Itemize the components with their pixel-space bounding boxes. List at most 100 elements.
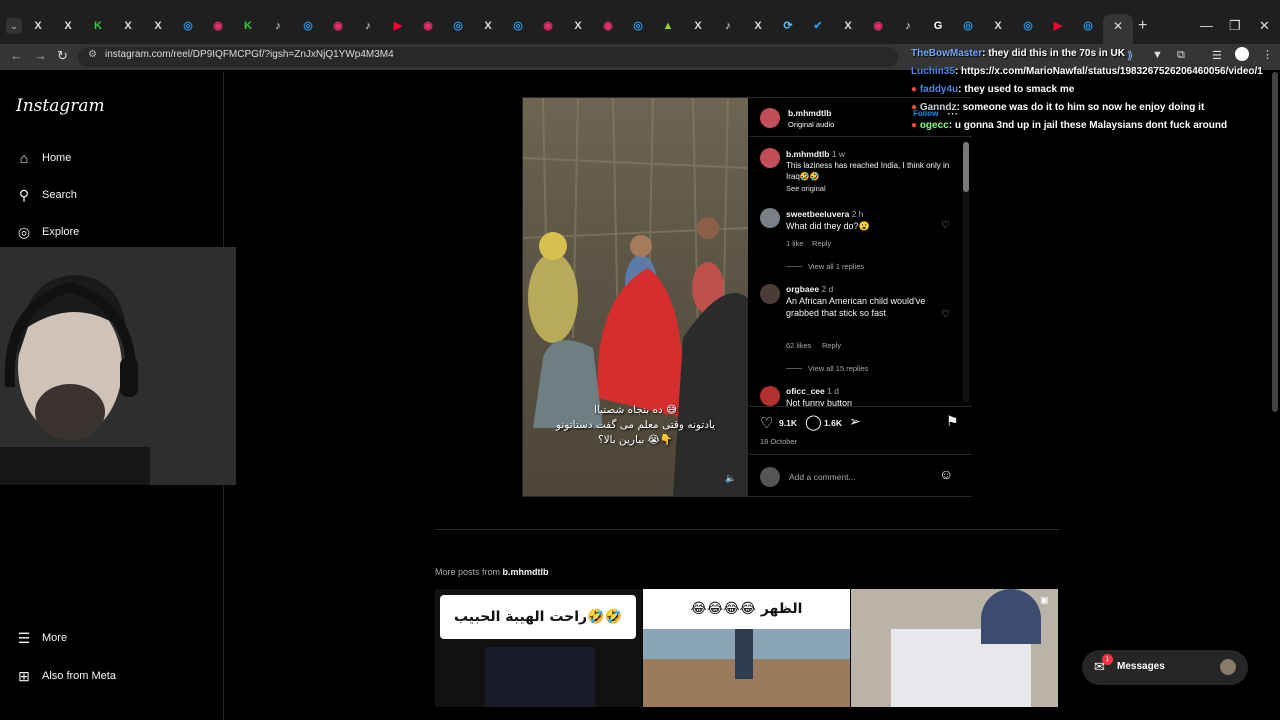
comment-icon[interactable]: ◯	[805, 413, 822, 431]
browser-tab[interactable]: K	[240, 18, 256, 34]
media-icon[interactable]: ☰	[1212, 49, 1222, 62]
browser-tab[interactable]: ◉	[600, 18, 616, 34]
kebab-menu-icon[interactable]: ⋮	[1262, 48, 1273, 61]
reply-button[interactable]: Reply	[822, 341, 841, 350]
instagram-logo[interactable]: Instagram	[16, 96, 105, 116]
comment-username[interactable]: sweetbeeluvera 2 h	[786, 209, 864, 219]
audio-label[interactable]: Original audio	[788, 120, 834, 129]
sidebar-item-home[interactable]: ⌂ Home	[16, 150, 72, 166]
url-text[interactable]: instagram.com/reel/DP9IQFMCPGf/?igsh=ZnJ…	[105, 49, 394, 60]
add-comment-input[interactable]: Add a comment...	[789, 472, 856, 482]
browser-tab[interactable]: ⟳	[780, 18, 796, 34]
comment-likes[interactable]: 62 likes	[786, 341, 811, 350]
browser-tab[interactable]: X	[30, 18, 46, 34]
browser-tab[interactable]: ◎	[180, 18, 196, 34]
caption-username[interactable]: b.mhmdtlb 1 w	[786, 149, 845, 159]
browser-tab[interactable]: ◉	[540, 18, 556, 34]
comment-user[interactable]: orgbaee	[786, 284, 819, 294]
author-avatar[interactable]	[760, 108, 780, 128]
browser-tab[interactable]: X	[990, 18, 1006, 34]
browser-tab[interactable]: X	[480, 18, 496, 34]
reply-button[interactable]: Reply	[812, 239, 831, 248]
author-username[interactable]: b.mhmdtlb	[788, 108, 831, 118]
back-icon[interactable]: ←	[10, 48, 23, 63]
browser-tab[interactable]: ◉	[420, 18, 436, 34]
save-icon[interactable]: ⚑	[946, 413, 959, 430]
sidebar-item-more[interactable]: ☰ More	[16, 630, 67, 646]
comment-count[interactable]: 1.6K	[824, 418, 842, 428]
tab-search-icon[interactable]: ⌄	[6, 18, 22, 34]
like-count[interactable]: 9.1K	[779, 418, 797, 428]
browser-tab[interactable]: ◉	[870, 18, 886, 34]
reel-video[interactable]: ده بنجاه شصتیاا 😅 یادتونه وقتی معلم می گ…	[523, 98, 748, 496]
post-thumbnail[interactable]: 😂😂😂😂 الظهر ▣	[643, 589, 850, 707]
profile-avatar[interactable]	[1235, 47, 1249, 61]
more-posts-user[interactable]: b.mhmdtlb	[503, 567, 549, 577]
window-close-icon[interactable]: ✕	[1259, 18, 1270, 34]
comment-like-icon[interactable]: ♡	[941, 309, 950, 320]
new-tab-icon[interactable]: +	[1138, 17, 1147, 35]
comments-list[interactable]: b.mhmdtlb 1 w This laziness has reached …	[749, 138, 972, 406]
comment-user[interactable]: sweetbeeluvera	[786, 209, 849, 219]
avatar[interactable]	[760, 386, 780, 406]
view-replies-link[interactable]: View all 1 replies	[808, 262, 864, 271]
restore-icon[interactable]: ❐	[1229, 18, 1241, 34]
browser-tab[interactable]: K	[90, 18, 106, 34]
see-original-link[interactable]: See original	[786, 184, 826, 193]
browser-tab[interactable]: ♪	[270, 18, 286, 34]
comment-likes[interactable]: 1 like	[786, 239, 804, 248]
browser-tab[interactable]: ♪	[360, 18, 376, 34]
browser-tab[interactable]: ▲	[660, 18, 676, 34]
browser-tab[interactable]: ▶	[390, 18, 406, 34]
sidebar-item-meta[interactable]: ⊞ Also from Meta	[16, 668, 116, 684]
comment-user[interactable]: oficc_cee	[786, 386, 825, 396]
site-info-icon[interactable]: ⚙	[88, 49, 97, 60]
comment-username[interactable]: orgbaee 2 d	[786, 284, 833, 294]
browser-tab[interactable]: ◎	[1020, 18, 1036, 34]
comment-username[interactable]: oficc_cee 1 d	[786, 386, 839, 396]
browser-tab[interactable]: ◎	[300, 18, 316, 34]
view-replies-link[interactable]: View all 15 replies	[808, 364, 868, 373]
browser-tab[interactable]: ◎	[510, 18, 526, 34]
extension-icon[interactable]: ▼	[1152, 49, 1163, 61]
comments-scrollbar[interactable]	[963, 142, 969, 402]
browser-tab[interactable]: G	[930, 18, 946, 34]
sidebar-item-search[interactable]: ⚲ Search	[16, 187, 77, 203]
browser-tab[interactable]: ◎	[1080, 18, 1096, 34]
browser-tab[interactable]: X	[150, 18, 166, 34]
emoji-icon[interactable]: ☺	[939, 466, 953, 482]
browser-tab[interactable]: ◉	[330, 18, 346, 34]
share-icon[interactable]: ➢	[849, 413, 861, 430]
browser-tab[interactable]: X	[750, 18, 766, 34]
minimize-icon[interactable]: —	[1200, 18, 1213, 33]
sidebar-item-explore[interactable]: ◎ Explore	[16, 224, 79, 240]
scrollbar-thumb[interactable]	[963, 142, 969, 192]
page-scrollbar[interactable]	[1272, 72, 1278, 412]
post-thumbnail[interactable]: راحت الهیبة الحبیب🤣🤣 ▣	[435, 589, 642, 707]
browser-tab[interactable]: X	[840, 18, 856, 34]
browser-tab[interactable]: X	[690, 18, 706, 34]
forward-icon[interactable]: →	[34, 48, 47, 63]
active-tab[interactable]: ✕	[1103, 14, 1133, 44]
browser-tab[interactable]: ♪	[900, 18, 916, 34]
like-icon[interactable]: ♡	[760, 414, 773, 432]
avatar[interactable]	[760, 208, 780, 228]
browser-tab[interactable]: ◎	[450, 18, 466, 34]
caption-user[interactable]: b.mhmdtlb	[786, 149, 829, 159]
browser-tab[interactable]: X	[570, 18, 586, 34]
post-thumbnail[interactable]: ▣	[851, 589, 1058, 707]
close-tab-icon[interactable]: ✕	[1113, 19, 1123, 33]
browser-tab[interactable]: ◉	[210, 18, 226, 34]
browser-tab[interactable]: X	[120, 18, 136, 34]
comment-like-icon[interactable]: ♡	[941, 220, 950, 231]
reload-icon[interactable]: ↻	[57, 48, 68, 64]
browser-tab[interactable]: ✔	[810, 18, 826, 34]
avatar[interactable]	[760, 148, 780, 168]
browser-tab[interactable]: ◎	[960, 18, 976, 34]
puzzle-icon[interactable]: ⧉	[1177, 49, 1185, 62]
browser-tab[interactable]: ♪	[720, 18, 736, 34]
browser-tab[interactable]: X	[60, 18, 76, 34]
translate-icon[interactable]: ⟫	[1127, 49, 1133, 62]
browser-tab[interactable]: ◎	[630, 18, 646, 34]
avatar[interactable]	[760, 284, 780, 304]
